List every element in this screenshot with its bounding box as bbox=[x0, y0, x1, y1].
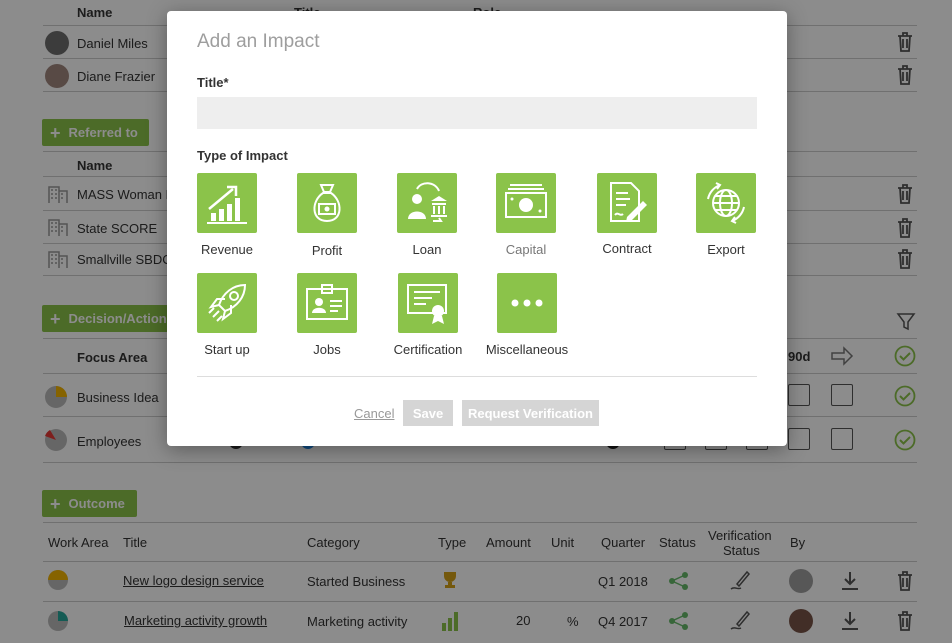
impact-tile-certification[interactable]: Certification bbox=[378, 273, 478, 357]
type-of-impact-label: Type of Impact bbox=[197, 148, 288, 163]
save-button[interactable]: Save bbox=[403, 400, 453, 426]
impact-tile-capital[interactable]: Capital bbox=[476, 173, 576, 257]
title-label: Title* bbox=[197, 75, 229, 90]
impact-tile-label: Contract bbox=[602, 241, 652, 256]
add-impact-modal: Add an Impact Title* Type of Impact Reve… bbox=[167, 11, 787, 446]
impact-tile-label: Revenue bbox=[200, 242, 254, 257]
impact-tile-label: Certification bbox=[393, 342, 463, 357]
modal-title: Add an Impact bbox=[197, 31, 320, 52]
cash-stack-icon bbox=[496, 173, 556, 233]
loan-bank-icon bbox=[397, 173, 457, 233]
certificate-icon bbox=[398, 273, 458, 333]
impact-tile-miscellaneous[interactable]: Miscellaneous bbox=[477, 273, 577, 357]
impact-tile-jobs[interactable]: Jobs bbox=[277, 273, 377, 357]
more-dots-icon bbox=[497, 273, 557, 333]
cancel-link[interactable]: Cancel bbox=[354, 406, 394, 421]
title-input[interactable] bbox=[197, 97, 757, 129]
impact-tile-label: Export bbox=[707, 242, 745, 257]
impact-tile-loan[interactable]: Loan bbox=[377, 173, 477, 257]
impact-tile-label: Profit bbox=[311, 243, 343, 258]
globe-icon bbox=[696, 173, 756, 233]
contract-pen-icon bbox=[597, 173, 657, 233]
impact-tile-revenue[interactable]: Revenue bbox=[177, 173, 277, 257]
impact-tile-profit[interactable]: Profit bbox=[277, 173, 377, 258]
rocket-icon bbox=[197, 273, 257, 333]
impact-tile-label: Start up bbox=[204, 342, 250, 357]
impact-tile-label: Miscellaneous bbox=[485, 342, 569, 357]
request-verification-button[interactable]: Request Verification bbox=[462, 400, 599, 426]
id-card-icon bbox=[297, 273, 357, 333]
impact-tile-label: Jobs bbox=[313, 342, 341, 357]
revenue-chart-icon bbox=[197, 173, 257, 233]
impact-tile-export[interactable]: Export bbox=[676, 173, 776, 257]
money-bag-icon bbox=[297, 173, 357, 233]
impact-tile-contract[interactable]: Contract bbox=[577, 173, 677, 256]
impact-tile-start-up[interactable]: Start up bbox=[177, 273, 277, 357]
impact-tile-label: Capital bbox=[505, 242, 547, 257]
modal-divider bbox=[197, 376, 757, 377]
impact-tile-label: Loan bbox=[412, 242, 442, 257]
